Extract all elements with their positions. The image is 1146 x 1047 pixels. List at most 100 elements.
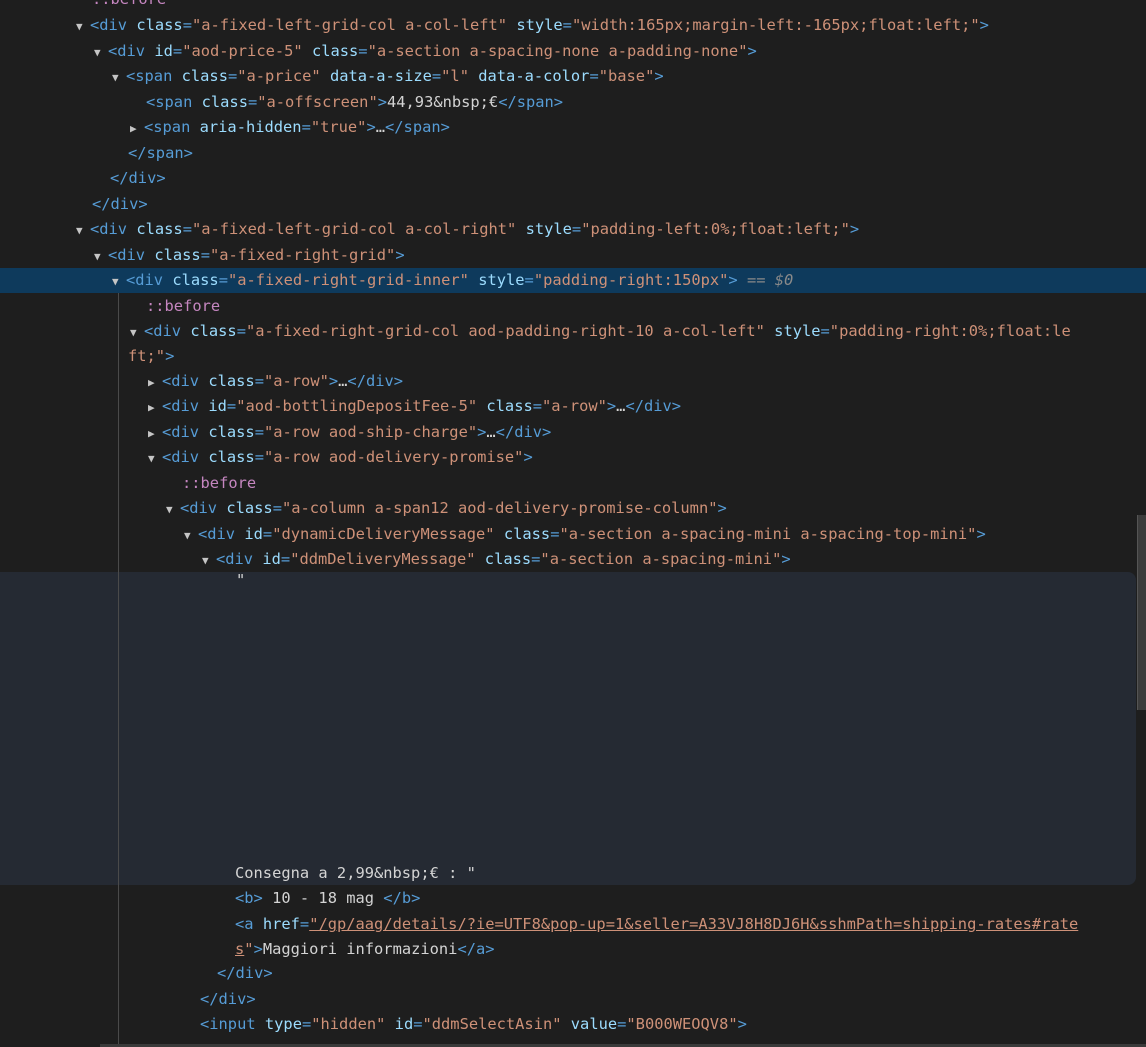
dom-node-line[interactable]: ": [0, 568, 1146, 593]
collapsed-ellipsis[interactable]: …: [486, 423, 495, 441]
expand-triangle-icon[interactable]: [130, 320, 144, 345]
dom-node-line[interactable]: ::before: [0, 0, 1146, 12]
expand-triangle-icon[interactable]: [76, 218, 90, 243]
dom-node-line[interactable]: <span aria-hidden="true">…</span>: [0, 115, 1146, 140]
dom-node-line[interactable]: <a href="/gp/aag/details/?ie=UTF8&pop-up…: [0, 912, 1146, 937]
expand-triangle-icon[interactable]: [76, 14, 90, 39]
dom-node-line[interactable]: <div class="a-fixed-right-grid-col aod-p…: [0, 319, 1146, 344]
collapse-triangle-icon[interactable]: [148, 395, 162, 420]
expand-triangle-icon[interactable]: [166, 497, 180, 522]
tag-name: <div: [162, 423, 200, 441]
attribute-name: class: [208, 423, 255, 441]
dom-node-line[interactable]: </div>: [0, 961, 1146, 986]
dom-node-line[interactable]: <div class="a-row">…</div>: [0, 369, 1146, 394]
attribute-value: "ddmSelectAsin": [422, 1015, 562, 1033]
collapse-triangle-icon[interactable]: [130, 116, 144, 141]
dom-node-line[interactable]: Consegna a 2,99&nbsp;€ : ": [0, 861, 1146, 886]
attribute-value: "width:165px;margin-left:-165px;float:le…: [571, 16, 980, 34]
dom-node-line[interactable]: <div class="a-fixed-right-grid">: [0, 243, 1146, 268]
equals-sign: =: [182, 220, 192, 238]
dom-node-line[interactable]: </div>: [0, 166, 1146, 191]
attribute-name: style: [774, 322, 821, 340]
tag-close: >: [717, 499, 727, 517]
equals-sign: =: [301, 1015, 312, 1033]
tag-name: <div: [198, 525, 236, 543]
dom-node-line[interactable]: <div id="aod-price-5" class="a-section a…: [0, 39, 1146, 64]
attribute-quote: ": [244, 940, 254, 958]
dom-node-line[interactable]: <div class="a-row aod-delivery-promise">: [0, 445, 1146, 470]
attribute-value: "a-fixed-left-grid-col a-col-left": [191, 16, 508, 34]
dom-node-line[interactable]: s">Maggiori informazioni</a>: [0, 937, 1146, 962]
dom-node-line[interactable]: <div id="dynamicDeliveryMessage" class="…: [0, 522, 1146, 547]
attribute-name: class: [208, 372, 255, 390]
dom-node-line[interactable]: ft;">: [0, 344, 1146, 369]
collapse-triangle-icon[interactable]: [148, 370, 162, 395]
dom-node-line[interactable]: <div id="aod-bottlingDepositFee-5" class…: [0, 394, 1146, 419]
attribute-value: "a-offscreen": [257, 93, 378, 111]
equals-sign: =: [562, 16, 572, 34]
attribute-name: id: [244, 525, 263, 543]
tag-name: <div: [108, 42, 146, 60]
attribute-value: "a-row": [263, 372, 329, 390]
tag-close: >: [377, 93, 387, 111]
attribute-value: "a-section a-spacing-mini a-spacing-top-…: [559, 525, 977, 543]
attribute-value: "a-section a-spacing-none a-padding-none…: [367, 42, 748, 60]
tag-close: >: [253, 940, 263, 958]
attribute-name: class: [136, 16, 183, 34]
attribute-value: "l": [441, 67, 469, 85]
dom-node-line[interactable]: <span class="a-price" data-a-size="l" da…: [0, 64, 1146, 89]
closing-tag: </div>: [347, 372, 404, 390]
attribute-value: "padding-left:0%;float:left;": [581, 220, 850, 238]
attribute-value: "a-fixed-left-grid-col a-col-right": [191, 220, 517, 238]
dom-node-line[interactable]: </div>: [0, 192, 1146, 217]
attribute-name: id: [208, 397, 227, 415]
dom-node-selected[interactable]: <div class="a-fixed-right-grid-inner" st…: [0, 268, 1146, 293]
collapsed-ellipsis[interactable]: …: [376, 118, 385, 136]
attribute-name: value: [570, 1015, 618, 1033]
equals-sign: =: [299, 915, 310, 933]
attribute-value: "base": [598, 67, 655, 85]
expand-triangle-icon[interactable]: [184, 523, 198, 548]
attribute-value: "true": [310, 118, 367, 136]
attribute-link[interactable]: "/gp/aag/details/?ie=UTF8&pop-up=1&selle…: [309, 915, 1078, 933]
attribute-value: "a-fixed-right-grid": [209, 246, 396, 264]
equals-sign: =: [254, 423, 264, 441]
expand-triangle-icon[interactable]: [148, 446, 162, 471]
dom-node-line[interactable]: <b> 10 - 18 mag </b>: [0, 886, 1146, 911]
expand-triangle-icon[interactable]: [112, 65, 126, 90]
equals-sign: =: [280, 550, 291, 568]
attribute-link-wrap[interactable]: s: [235, 940, 244, 958]
hovered-node-highlight: [0, 572, 1136, 885]
dom-node-line[interactable]: ::before: [0, 471, 1146, 496]
tag-name: <input: [200, 1015, 256, 1033]
equals-sign: =: [226, 397, 237, 415]
dom-node-line[interactable]: <div class="a-column a-span12 aod-delive…: [0, 496, 1146, 521]
dom-node-line[interactable]: <input type="hidden" id="ddmSelectAsin" …: [0, 1012, 1146, 1037]
attribute-value: "ddmDeliveryMessage": [290, 550, 476, 568]
attribute-value: "a-column a-span12 aod-delivery-promise-…: [281, 499, 718, 517]
expand-triangle-icon[interactable]: [112, 269, 126, 294]
dom-node-line[interactable]: <span class="a-offscreen">44,93&nbsp;€</…: [0, 90, 1146, 115]
expand-triangle-icon[interactable]: [94, 244, 108, 269]
dom-node-line[interactable]: ::before: [0, 294, 1146, 319]
equals-sign: =: [182, 16, 192, 34]
tag-close: >: [606, 397, 617, 415]
dom-node-line[interactable]: </div>: [0, 987, 1146, 1012]
dom-node-line[interactable]: <div class="a-row aod-ship-charge">…</di…: [0, 420, 1146, 445]
dom-node-line[interactable]: <div class="a-fixed-left-grid-col a-col-…: [0, 13, 1146, 38]
closing-tag: </div>: [92, 195, 148, 213]
equals-sign: =: [589, 67, 599, 85]
attribute-name: class: [484, 550, 532, 568]
equals-sign: =: [413, 1015, 423, 1033]
dom-node-line[interactable]: <div class="a-fixed-left-grid-col a-col-…: [0, 217, 1146, 242]
equals-sign: =: [236, 322, 246, 340]
expand-triangle-icon[interactable]: [94, 40, 108, 65]
dom-node-line[interactable]: </span>: [0, 141, 1146, 166]
attribute-name: aria-hidden: [199, 118, 302, 136]
attribute-value: "a-price": [237, 67, 321, 85]
attribute-name: href: [262, 915, 300, 933]
text-node: ": [236, 571, 246, 589]
attribute-value: "a-fixed-right-grid-col aod-padding-righ…: [245, 322, 765, 340]
collapse-triangle-icon[interactable]: [148, 421, 162, 446]
equals-sign: =: [301, 118, 311, 136]
